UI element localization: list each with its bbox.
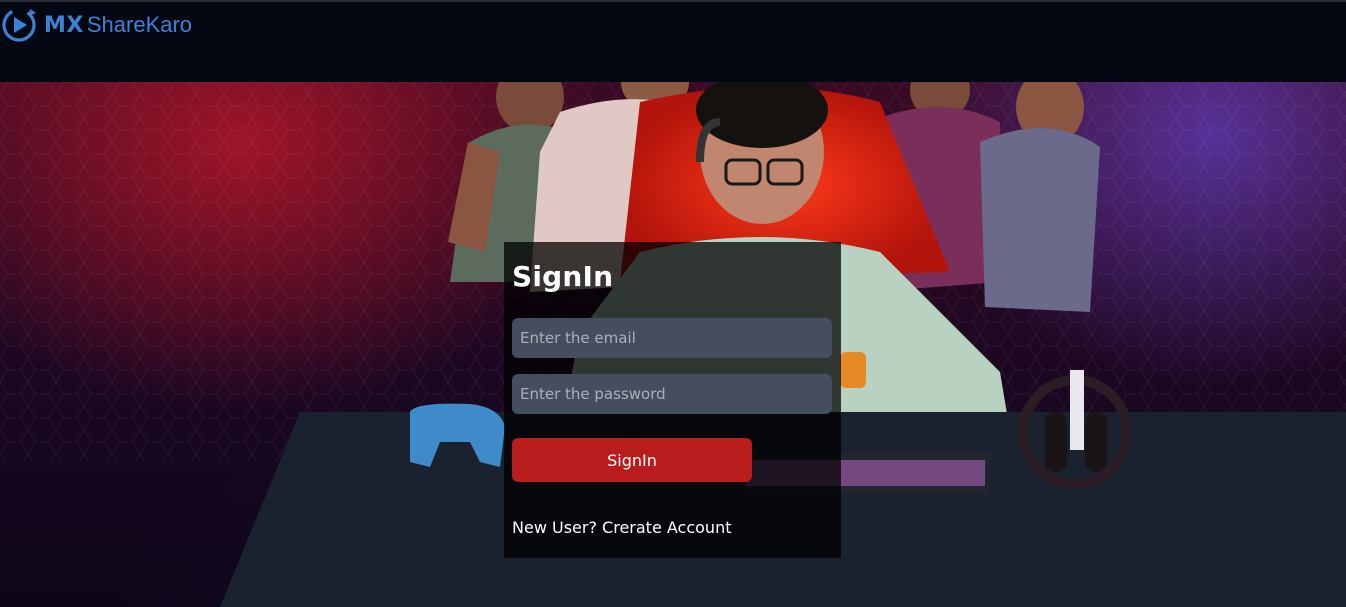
mx-sharekaro-logo[interactable]: MX ShareKaro bbox=[0, 5, 192, 45]
create-account-link[interactable]: Crerate Account bbox=[602, 518, 731, 537]
password-input[interactable] bbox=[512, 374, 832, 414]
app-root: MX ShareKaro SignIn Enter the email Sign… bbox=[0, 0, 1346, 607]
email-input[interactable] bbox=[512, 318, 832, 358]
signin-card: SignIn SignIn New User? Crerate Account bbox=[504, 242, 841, 558]
signin-title: SignIn bbox=[512, 260, 614, 293]
logo-mx-text: MX bbox=[44, 12, 84, 38]
logo-brand-text: ShareKaro bbox=[86, 12, 193, 37]
signin-button[interactable]: SignIn bbox=[512, 438, 752, 482]
new-user-text: New User? bbox=[512, 518, 597, 537]
play-circle-logo-icon bbox=[2, 8, 36, 42]
new-user-row: New User? Crerate Account bbox=[512, 518, 731, 537]
top-header: MX ShareKaro bbox=[0, 0, 1346, 82]
